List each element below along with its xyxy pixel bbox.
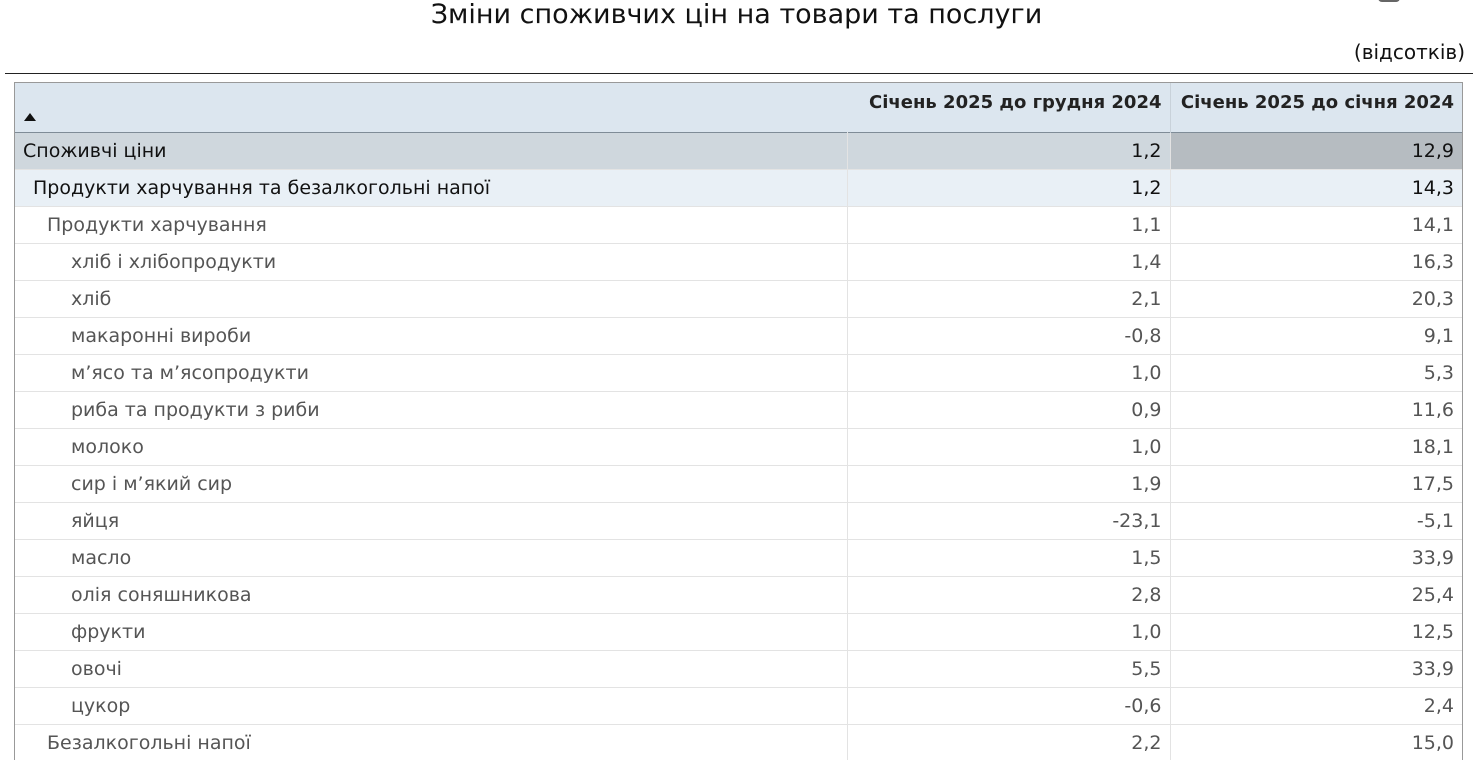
header-row: Січень 2025 до грудня 2024 Січень 2025 д… — [15, 83, 1462, 132]
table-row[interactable]: хліб 2,1 20,3 — [15, 280, 1462, 317]
table-row[interactable]: олія соняшникова 2,8 25,4 — [15, 576, 1462, 613]
table-row[interactable]: яйця -23,1 -5,1 — [15, 502, 1462, 539]
table-header: Січень 2025 до грудня 2024 Січень 2025 д… — [15, 83, 1462, 132]
table-row[interactable]: Продукти харчування та безалкогольні нап… — [15, 169, 1462, 206]
value-year-change: 17,5 — [1411, 472, 1454, 495]
column-header-month-change[interactable]: Січень 2025 до грудня 2024 — [847, 83, 1171, 132]
table-row[interactable]: сир і м’який сир 1,9 17,5 — [15, 465, 1462, 502]
table-row[interactable]: Безалкогольні напої 2,2 15,0 — [15, 724, 1462, 760]
value-month-change: 1,0 — [847, 613, 1171, 650]
row-label: масло — [15, 539, 848, 576]
value-year-change: 33,9 — [1411, 657, 1454, 680]
table-row[interactable]: макаронні вироби -0,8 9,1 — [15, 317, 1462, 354]
table-row[interactable]: фрукти 1,0 12,5 — [15, 613, 1462, 650]
value-year-change: 11,6 — [1411, 398, 1454, 421]
export-icon[interactable] — [1378, 0, 1400, 2]
table-row[interactable]: молоко 1,0 18,1 — [15, 428, 1462, 465]
units-label: (відсотків) — [1353, 40, 1465, 64]
row-label: риба та продукти з риби — [15, 391, 848, 428]
value-month-change: 2,1 — [847, 280, 1171, 317]
row-label: яйця — [15, 502, 848, 539]
table-body: Споживчі ціни 1,2 12,9 Продукти харчування … — [15, 132, 1462, 760]
value-year-change: 25,4 — [1411, 583, 1454, 606]
value-year-change: 12,9 — [1170, 132, 1462, 169]
column-header-year-change[interactable]: Січень 2025 до січня 2024 — [1170, 83, 1462, 132]
value-year-change: 12,5 — [1411, 620, 1454, 643]
table-row[interactable]: масло 1,5 33,9 — [15, 539, 1462, 576]
row-label: сир і м’який сир — [15, 465, 848, 502]
sort-column-header[interactable] — [15, 83, 847, 132]
value-month-change: 1,5 — [847, 539, 1171, 576]
row-label: м’ясо та м’ясопродукти — [15, 354, 848, 391]
table-row[interactable]: Споживчі ціни 1,2 12,9 — [15, 132, 1462, 169]
table-row[interactable]: цукор -0,6 2,4 — [15, 687, 1462, 724]
table-row[interactable]: м’ясо та м’ясопродукти 1,0 5,3 — [15, 354, 1462, 391]
value-month-change: 5,5 — [847, 650, 1171, 687]
value-year-change: 33,9 — [1411, 546, 1454, 569]
value-year-change: -5,1 — [1416, 509, 1454, 532]
row-label: овочі — [15, 650, 848, 687]
value-month-change: -23,1 — [847, 502, 1171, 539]
value-month-change: 1,0 — [847, 354, 1171, 391]
row-label: цукор — [15, 687, 848, 724]
row-label: фрукти — [15, 613, 848, 650]
row-label: Продукти харчування та безалкогольні нап… — [15, 169, 848, 206]
row-label: Споживчі ціни — [15, 132, 848, 169]
value-year-change: 14,1 — [1411, 213, 1454, 236]
price-table: Січень 2025 до грудня 2024 Січень 2025 д… — [15, 83, 1462, 760]
value-month-change: 1,0 — [847, 428, 1171, 465]
value-year-change: 20,3 — [1411, 287, 1454, 310]
value-year-change: 16,3 — [1411, 250, 1454, 273]
value-month-change: 1,1 — [847, 206, 1171, 243]
table-row[interactable]: овочі 5,5 33,9 — [15, 650, 1462, 687]
value-year-change: 2,4 — [1423, 694, 1454, 717]
row-label: олія соняшникова — [15, 576, 848, 613]
value-year-change: 5,3 — [1423, 361, 1454, 384]
price-table-container[interactable]: Січень 2025 до грудня 2024 Січень 2025 д… — [14, 82, 1463, 760]
table-row[interactable]: Продукти харчування 1,1 14,1 — [15, 206, 1462, 243]
row-label: хліб — [15, 280, 848, 317]
value-month-change: 2,2 — [847, 724, 1171, 760]
row-label: Продукти харчування — [15, 206, 848, 243]
value-month-change: 1,2 — [847, 169, 1171, 206]
value-year-change: 15,0 — [1411, 731, 1454, 754]
value-month-change: 1,9 — [847, 465, 1171, 502]
row-label: Безалкогольні напої — [15, 724, 848, 760]
value-month-change: 1,2 — [847, 132, 1171, 169]
row-label: макаронні вироби — [15, 317, 848, 354]
sort-ascending-icon[interactable] — [24, 112, 36, 121]
page-title: Зміни споживчих цін на товари та послуги — [430, 0, 1043, 30]
value-year-change: 14,3 — [1411, 176, 1454, 199]
value-month-change: 2,8 — [847, 576, 1171, 613]
row-label: молоко — [15, 428, 848, 465]
value-month-change: -0,6 — [847, 687, 1171, 724]
value-month-change: 1,4 — [847, 243, 1171, 280]
value-year-change: 9,1 — [1423, 324, 1454, 347]
value-month-change: -0,8 — [847, 317, 1171, 354]
table-row[interactable]: хліб і хлібопродукти 1,4 16,3 — [15, 243, 1462, 280]
title-divider — [5, 73, 1473, 74]
value-year-change: 18,1 — [1411, 435, 1454, 458]
value-month-change: 0,9 — [847, 391, 1171, 428]
table-row[interactable]: риба та продукти з риби 0,9 11,6 — [15, 391, 1462, 428]
row-label: хліб і хлібопродукти — [15, 243, 848, 280]
